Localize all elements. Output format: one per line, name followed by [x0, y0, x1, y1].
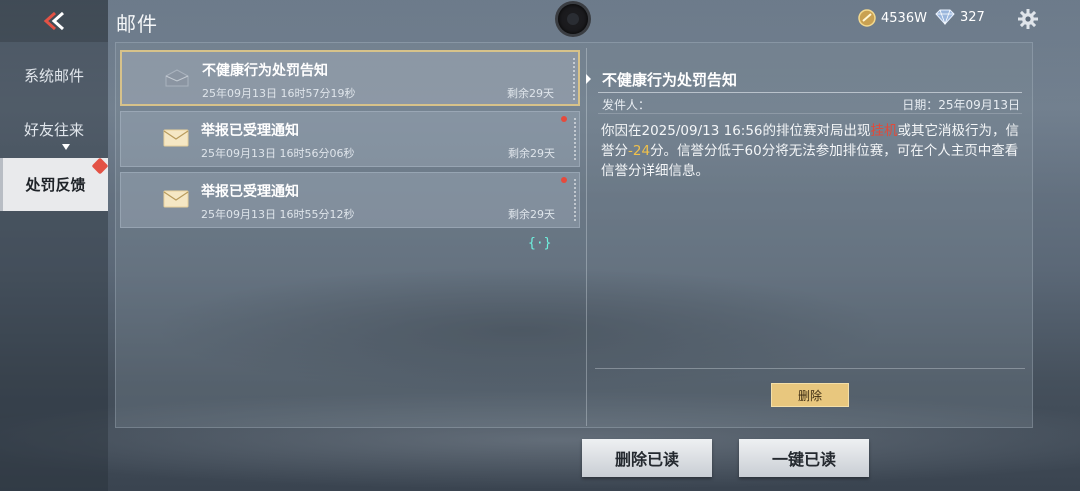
sidebar-item-label: 好友往来: [23, 120, 84, 139]
delete-read-button[interactable]: 删除已读: [582, 439, 712, 477]
diamond-currency[interactable]: 327: [934, 9, 985, 25]
back-button[interactable]: [0, 0, 108, 42]
delete-read-label: 删除已读: [614, 450, 679, 469]
mail-date: 25年09月13日 16时57分19秒: [202, 87, 356, 100]
camera-cutout: [558, 4, 588, 34]
detail-date: 日期：25年09月13日: [902, 98, 1020, 112]
envelope-icon: [163, 190, 189, 208]
divider: [598, 92, 1022, 93]
mail-item[interactable]: 举报已受理通知 25年09月13日 16时56分06秒 剩余29天: [120, 111, 580, 167]
mail-item[interactable]: 举报已受理通知 25年09月13日 16时55分12秒 剩余29天: [120, 172, 580, 228]
delete-label: 删除: [797, 388, 822, 403]
gold-currency[interactable]: 4536W: [857, 9, 927, 27]
mark-all-read-button[interactable]: 一键已读: [739, 439, 869, 477]
mail-remaining: 剩余29天: [508, 147, 555, 160]
body-text: 你因在2025/09/13 16:56的排位赛对局出现: [601, 123, 871, 139]
mail-date: 25年09月13日 16时55分12秒: [201, 208, 355, 221]
selection-caret-icon: [586, 74, 591, 84]
sidebar-item-system-mail[interactable]: 系统邮件: [0, 50, 108, 100]
unread-dot-icon: [561, 116, 567, 122]
sidebar-item-penalty-feedback[interactable]: 处罚反馈: [0, 157, 109, 211]
sender-label: 发件人：: [602, 98, 651, 112]
scroll-edge: [573, 58, 575, 102]
gold-amount: 4536W: [881, 10, 927, 26]
mail-remaining: 剩余29天: [508, 208, 555, 221]
loading-icon: {·}: [528, 236, 552, 251]
scroll-edge: [574, 118, 576, 162]
mail-item[interactable]: 不健康行为处罚告知 25年09月13日 16时57分19秒 剩余29天: [120, 50, 580, 106]
mail-subject: 举报已受理通知: [201, 123, 299, 139]
unread-dot-icon: [561, 177, 567, 183]
diamond-icon: [935, 9, 955, 25]
delete-button[interactable]: 删除: [771, 383, 849, 407]
notification-badge-icon: [91, 157, 109, 175]
sidebar-item-label: 系统邮件: [23, 66, 84, 85]
mail-subject: 不健康行为处罚告知: [202, 63, 328, 79]
gold-coin-icon: [858, 9, 876, 27]
detail-title: 不健康行为处罚告知: [602, 71, 738, 89]
divider: [586, 48, 587, 426]
mail-subject: 举报已受理通知: [201, 184, 299, 200]
double-chevron-left-icon: [43, 11, 64, 31]
sidebar-item-label: 处罚反馈: [25, 176, 86, 194]
sidebar-item-friends[interactable]: 好友往来: [0, 104, 108, 154]
diamond-amount: 327: [960, 9, 985, 25]
expand-arrow-icon: [62, 144, 70, 150]
sidebar: 系统邮件 好友往来 处罚反馈: [0, 42, 109, 491]
detail-body: 你因在2025/09/13 16:56的排位赛对局出现挂机或其它消极行为，信誉分…: [601, 121, 1026, 181]
body-text: 分。信誉分低于60分将无法参加排位赛，可在个人主页中查看信誉分详细信息。: [601, 143, 1019, 179]
page-title: 邮件: [116, 12, 158, 36]
mail-date: 25年09月13日 16时56分06秒: [201, 147, 355, 160]
mail-list[interactable]: 不健康行为处罚告知 25年09月13日 16时57分19秒 剩余29天 举报已受…: [117, 44, 585, 426]
mark-all-read-label: 一键已读: [771, 450, 836, 469]
gear-icon[interactable]: [1017, 8, 1039, 30]
redacted-reason: 挂机: [870, 123, 898, 139]
divider: [595, 368, 1025, 369]
scroll-edge: [574, 179, 576, 223]
envelope-icon: [163, 129, 189, 147]
divider: [598, 113, 1022, 114]
mail-remaining: 剩余29天: [507, 87, 554, 100]
penalty-value: -24: [628, 143, 651, 159]
envelope-open-icon: [165, 69, 189, 87]
